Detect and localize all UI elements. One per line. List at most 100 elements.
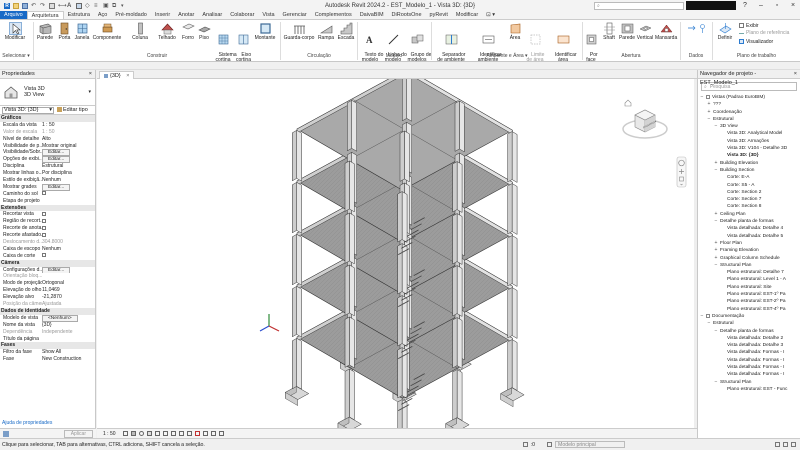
wall-opening-button[interactable]: Parede — [618, 22, 636, 42]
checkbox-icon[interactable] — [42, 191, 46, 196]
browser-item[interactable]: −3D View — [698, 123, 800, 130]
browser-item[interactable]: − Detalhe planta de formas — [698, 328, 800, 335]
bottom-left-icon[interactable] — [3, 431, 9, 437]
drawing-canvas[interactable]: ESQUERDA — [97, 68, 694, 450]
browser-item[interactable]: Plano estrutural: EST-2º Pa — [698, 298, 800, 305]
collapse-icon[interactable]: − — [707, 320, 711, 327]
open-icon[interactable] — [13, 2, 19, 9]
section-icon[interactable]: ◇ — [85, 3, 91, 9]
browser-item[interactable]: Plano estrutural: Site — [698, 284, 800, 291]
tab-3[interactable]: Aço — [94, 11, 111, 19]
browser-item[interactable]: − Structural Plan — [698, 379, 800, 386]
tab-2[interactable]: Estrutura — [64, 11, 94, 19]
browser-item[interactable]: + Building Elevation — [698, 160, 800, 167]
show-workplane-button[interactable]: Exibir — [739, 23, 799, 29]
edit-button[interactable]: <Nenhum> — [42, 314, 78, 322]
customize-qat-icon[interactable]: ▾ — [121, 3, 127, 9]
property-row[interactable]: Opções de exibi... Editar... — [0, 156, 95, 164]
view-instance-dropdown[interactable]: Vista 3D: {3D} ▾ — [2, 106, 54, 114]
edit-button[interactable]: Editar... — [42, 183, 71, 191]
tab-4[interactable]: Pré-moldado — [111, 11, 151, 19]
dormer-button[interactable]: Mansarda — [655, 22, 677, 42]
browser-item[interactable]: Vista 3D: V104 - Detalhe 3D — [698, 145, 800, 152]
edit-type-button[interactable]: Editar tipo — [57, 107, 88, 113]
expand-icon[interactable]: + — [714, 160, 718, 167]
property-group-header[interactable]: Câmera — [0, 259, 95, 267]
checkbox-icon[interactable] — [42, 219, 46, 224]
ref-plane-button[interactable]: Plano de referência — [739, 31, 799, 37]
collapse-icon[interactable]: − — [714, 167, 718, 174]
property-checkbox[interactable] — [42, 253, 94, 260]
user-account[interactable] — [686, 1, 736, 10]
property-checkbox[interactable] — [42, 232, 94, 239]
tab-12[interactable]: DaivaBIM — [356, 11, 388, 19]
properties-help-link[interactable]: Ajuda de propriedades — [2, 420, 52, 426]
property-row[interactable]: Mostrar grades Editar... — [0, 183, 95, 191]
select-panel-label[interactable]: Selecionar ▾ — [0, 53, 32, 59]
browser-item[interactable]: Vista 3D: Armações — [698, 138, 800, 145]
switch-windows-icon[interactable]: ⧉ — [112, 3, 118, 9]
ramp-button[interactable]: Rampa — [317, 22, 335, 42]
property-row[interactable]: Título da página — [0, 336, 95, 343]
minimize-button[interactable]: – — [754, 2, 768, 9]
browser-item[interactable]: Vista detalhada: Detalhe 5 — [698, 233, 800, 240]
browser-item[interactable]: Plano estrutural: EST-4º Pa — [698, 306, 800, 313]
close-button[interactable]: × — [786, 2, 800, 9]
active-model-dropdown[interactable]: Modelo principal — [555, 441, 625, 448]
edit-button[interactable]: Editar... — [42, 149, 71, 157]
browser-item[interactable]: Plano estrutural: Level 1 - A — [698, 276, 800, 283]
property-row[interactable]: Etapa de projeto — [0, 198, 95, 205]
close-hidden-icon[interactable]: ▣ — [103, 3, 109, 9]
property-row[interactable]: Nome da vista {3D} — [0, 322, 95, 329]
property-group-header[interactable]: Fases — [0, 342, 95, 350]
level-grid-buttons[interactable] — [683, 24, 711, 36]
default-3d-view-icon[interactable] — [76, 2, 82, 9]
browser-item[interactable]: + Ceiling Plan — [698, 211, 800, 218]
apply-button[interactable]: Aplicar — [63, 430, 93, 438]
text-icon[interactable]: A — [67, 3, 73, 9]
browser-item[interactable]: Vista detalhada: Detalhe 3 — [698, 342, 800, 349]
floor-button[interactable]: Piso — [197, 22, 211, 42]
print-icon[interactable] — [49, 2, 55, 9]
property-checkbox[interactable] — [42, 218, 94, 225]
tab-14[interactable]: pyRevit — [426, 11, 452, 19]
browser-item[interactable]: Corte: Section 2 — [698, 189, 800, 196]
property-row[interactable]: Caixa de escopo Nenhum — [0, 246, 95, 253]
tab-11[interactable]: Complementos — [311, 11, 356, 19]
collapse-icon[interactable]: − — [714, 262, 718, 269]
collapse-icon[interactable]: − — [714, 123, 718, 130]
tab-16[interactable]: ⊡ ▾ — [482, 11, 499, 19]
area-button[interactable]: Área — [507, 22, 523, 42]
browser-item[interactable]: Corte: S5 - A — [698, 182, 800, 189]
help-icon[interactable]: ? — [738, 2, 752, 9]
tab-8[interactable]: Colaborar — [226, 11, 258, 19]
shadows-icon[interactable] — [146, 431, 152, 436]
browser-item[interactable]: Plano estrutural: EST-1º Pa — [698, 291, 800, 298]
property-checkbox[interactable] — [42, 191, 94, 198]
property-row[interactable]: Região de recort... — [0, 218, 95, 225]
browser-item[interactable]: Vista 3D: Analytical Model — [698, 130, 800, 137]
property-row[interactable]: Elevação do olho 11,0469 — [0, 287, 95, 294]
property-row[interactable]: Visibilidade de p... Mostrar original — [0, 143, 95, 150]
grid-icon[interactable] — [698, 24, 707, 36]
property-row[interactable]: Recorte afastado... — [0, 232, 95, 239]
close-browser-icon[interactable]: × — [794, 70, 800, 78]
modify-button[interactable]: Modificar — [3, 22, 27, 42]
property-row[interactable]: Modo de projeção Ortogonal — [0, 280, 95, 287]
browser-item[interactable]: − Estrutural — [698, 320, 800, 327]
edit-button[interactable]: Editar... — [42, 156, 71, 164]
view-tab-3d[interactable]: {3D} × — [99, 71, 135, 79]
lock-view-icon[interactable] — [178, 431, 184, 436]
crop-view-icon[interactable] — [162, 431, 168, 436]
property-checkbox[interactable] — [42, 225, 94, 232]
browser-item[interactable]: +??? — [698, 101, 800, 108]
browser-item[interactable]: − Estrutural — [698, 116, 800, 123]
property-row[interactable]: Mostrar linhas o... Por disciplina — [0, 170, 95, 177]
tab-15[interactable]: Modificar — [452, 11, 482, 19]
collapse-icon[interactable]: − — [714, 218, 718, 225]
browser-item[interactable]: Vista detalhada: Detalhe 4 — [698, 225, 800, 232]
browser-item[interactable]: + Coordenação — [698, 109, 800, 116]
level-icon[interactable] — [687, 24, 696, 36]
tab-13[interactable]: DiRootsOne — [388, 11, 426, 19]
property-group-header[interactable]: Extensões — [0, 204, 95, 212]
